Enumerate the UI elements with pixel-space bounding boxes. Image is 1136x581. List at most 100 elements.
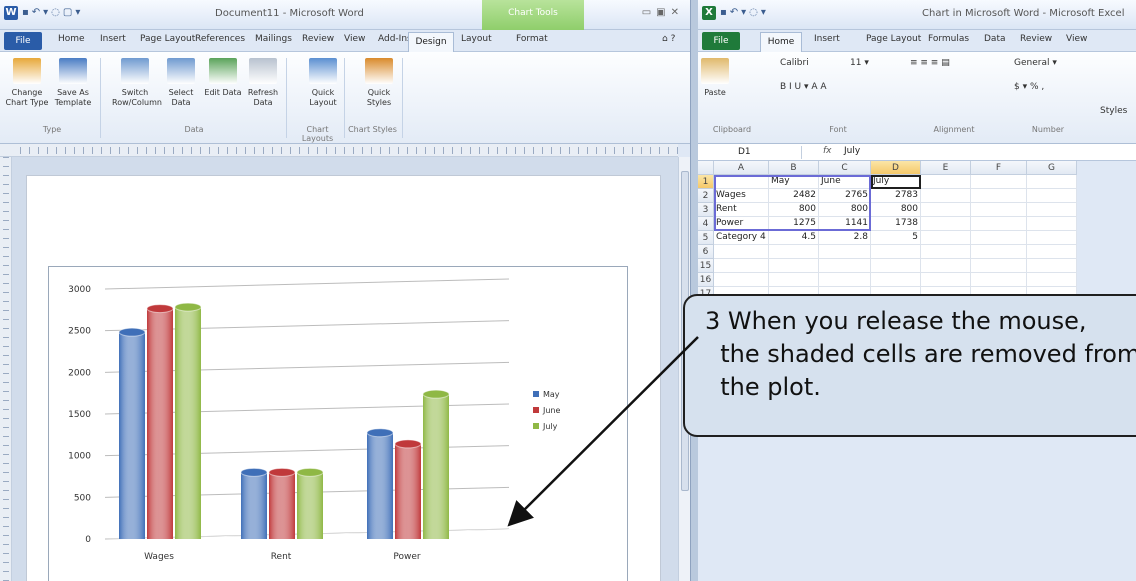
cell-d6[interactable] — [871, 245, 921, 259]
row-header-15[interactable]: 15 — [698, 259, 714, 273]
cell-a4[interactable]: Power — [714, 217, 769, 231]
cell-g16[interactable] — [1027, 273, 1077, 287]
cell-g5[interactable] — [1027, 231, 1077, 245]
excel-tab-page-layout[interactable]: Page Layout — [866, 34, 921, 44]
cell-b15[interactable] — [769, 259, 819, 273]
tab-design[interactable]: Design — [408, 32, 454, 53]
cell-b4[interactable]: 1275 — [769, 217, 819, 231]
embedded-chart[interactable]: 0 500 1000 1500 2000 2500 3000 Wages Rent Power Ma… — [48, 266, 628, 581]
cell-g4[interactable] — [1027, 217, 1077, 231]
alignment-buttons[interactable]: ≡ ≡ ≡ ▤ — [910, 58, 950, 68]
cell-g1[interactable] — [1027, 175, 1077, 189]
excel-app-icon[interactable]: X — [702, 6, 716, 20]
cell-f15[interactable] — [971, 259, 1027, 273]
tab-add-ins[interactable]: Add-Ins — [378, 34, 412, 44]
cell-e5[interactable] — [921, 231, 971, 245]
cell-e3[interactable] — [921, 203, 971, 217]
cell-e15[interactable] — [921, 259, 971, 273]
cell-f6[interactable] — [971, 245, 1027, 259]
excel-quick-access-toolbar[interactable]: ▪↶▾◌▾ — [720, 7, 769, 18]
save-as-templatebutton[interactable]: Save As Template — [50, 56, 96, 108]
name-box[interactable]: D1 — [702, 146, 802, 159]
row-header-3[interactable]: 3 — [698, 203, 714, 217]
tab-page-layout[interactable]: Page Layout — [140, 34, 195, 44]
excel-tab-view[interactable]: View — [1066, 34, 1087, 44]
paste-button[interactable]: Paste — [700, 56, 730, 98]
cell-f5[interactable] — [971, 231, 1027, 245]
column-header-f[interactable]: F — [971, 161, 1027, 175]
column-header-b[interactable]: B — [769, 161, 819, 175]
excel-tab-file[interactable]: File — [702, 32, 740, 50]
cell-f1[interactable] — [971, 175, 1027, 189]
row-header-5[interactable]: 5 — [698, 231, 714, 245]
cell-e4[interactable] — [921, 217, 971, 231]
cell-f4[interactable] — [971, 217, 1027, 231]
number-buttons[interactable]: $ ▾ % , — [1014, 82, 1044, 92]
tab-layout[interactable]: Layout — [461, 34, 492, 44]
switch-row-columnbutton[interactable]: Switch Row/Column — [112, 56, 162, 108]
fx-icon[interactable]: fx — [823, 146, 832, 156]
cell-a5[interactable]: Category 4 — [714, 231, 769, 245]
font-format-buttons[interactable]: B I U ▾ A A — [780, 82, 827, 92]
word-window-controls[interactable]: ▭▣✕ — [642, 7, 684, 18]
cell-e16[interactable] — [921, 273, 971, 287]
cell-c2[interactable]: 2765 — [819, 189, 871, 203]
cell-d16[interactable] — [871, 273, 921, 287]
cell-e2[interactable] — [921, 189, 971, 203]
tab-insert[interactable]: Insert — [100, 34, 126, 44]
cell-d15[interactable] — [871, 259, 921, 273]
cell-d1[interactable]: July — [871, 175, 921, 189]
cell-b16[interactable] — [769, 273, 819, 287]
column-header-a[interactable]: A — [714, 161, 769, 175]
tab-review[interactable]: Review — [302, 34, 334, 44]
excel-tab-review[interactable]: Review — [1020, 34, 1052, 44]
cell-a16[interactable] — [714, 273, 769, 287]
tab-mailings[interactable]: Mailings — [255, 34, 292, 44]
quick-stylesbutton[interactable]: Quick Styles — [356, 56, 402, 108]
styles-button[interactable]: Styles — [1100, 106, 1127, 116]
cell-c16[interactable] — [819, 273, 871, 287]
refresh-databutton[interactable]: Refresh Data — [240, 56, 286, 108]
quick-layoutbutton[interactable]: Quick Layout — [300, 56, 346, 108]
cell-e1[interactable] — [921, 175, 971, 189]
cell-c6[interactable] — [819, 245, 871, 259]
formula-input[interactable]: July — [844, 146, 860, 156]
cell-b1[interactable]: May — [769, 175, 819, 189]
excel-tab-formulas[interactable]: Formulas — [928, 34, 969, 44]
tab-home[interactable]: Home — [58, 34, 85, 44]
cell-a6[interactable] — [714, 245, 769, 259]
cell-b6[interactable] — [769, 245, 819, 259]
cell-g2[interactable] — [1027, 189, 1077, 203]
cell-g3[interactable] — [1027, 203, 1077, 217]
cell-f2[interactable] — [971, 189, 1027, 203]
cell-d3[interactable]: 800 — [871, 203, 921, 217]
cell-b2[interactable]: 2482 — [769, 189, 819, 203]
cell-f3[interactable] — [971, 203, 1027, 217]
cell-g6[interactable] — [1027, 245, 1077, 259]
cell-c1[interactable]: June — [819, 175, 871, 189]
font-size-box[interactable]: 11 ▾ — [850, 58, 869, 68]
cell-a2[interactable]: Wages — [714, 189, 769, 203]
row-header-16[interactable]: 16 — [698, 273, 714, 287]
row-header-2[interactable]: 2 — [698, 189, 714, 203]
tab-view[interactable]: View — [344, 34, 365, 44]
help-icon[interactable]: ⌂ ? — [662, 34, 675, 44]
cell-a3[interactable]: Rent — [714, 203, 769, 217]
column-header-e[interactable]: E — [921, 161, 971, 175]
excel-tab-home[interactable]: Home — [760, 32, 802, 53]
cell-a15[interactable] — [714, 259, 769, 273]
column-header-g[interactable]: G — [1027, 161, 1077, 175]
cell-g15[interactable] — [1027, 259, 1077, 273]
select-all-corner[interactable] — [698, 161, 714, 175]
excel-tab-insert[interactable]: Insert — [814, 34, 840, 44]
quick-access-toolbar[interactable]: ▪↶▾◌▢▾ — [22, 7, 83, 18]
tab-format[interactable]: Format — [516, 34, 548, 44]
tab-file[interactable]: File — [4, 32, 42, 50]
cell-c5[interactable]: 2.8 — [819, 231, 871, 245]
cell-e6[interactable] — [921, 245, 971, 259]
excel-tab-data[interactable]: Data — [984, 34, 1006, 44]
cell-c3[interactable]: 800 — [819, 203, 871, 217]
cell-b3[interactable]: 800 — [769, 203, 819, 217]
cell-d5[interactable]: 5 — [871, 231, 921, 245]
row-header-1[interactable]: 1 — [698, 175, 714, 189]
